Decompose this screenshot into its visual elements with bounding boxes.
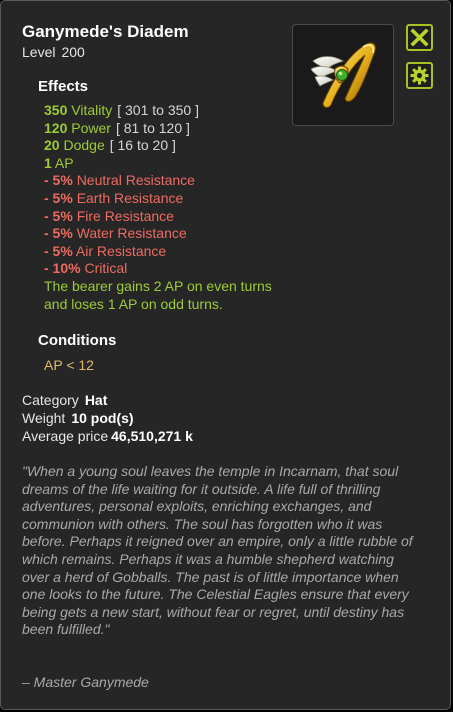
- effect-value: - 10%: [44, 260, 81, 277]
- lore-author: – Master Ganymede: [22, 674, 149, 690]
- condition-value: AP < 12: [44, 357, 94, 373]
- category-label: Category: [22, 392, 79, 408]
- golden-winged-diadem-icon: [310, 42, 376, 108]
- effect-value: 1: [44, 154, 52, 171]
- effect-name: Dodge: [63, 137, 105, 154]
- close-button[interactable]: [406, 24, 433, 51]
- settings-button[interactable]: [406, 62, 433, 89]
- effect-value: - 5%: [44, 242, 73, 259]
- effect-name: Vitality: [71, 102, 113, 118]
- effect-value: - 5%: [44, 189, 73, 206]
- effect-range: [ 16 to 20 ]: [109, 137, 176, 154]
- effects-list: 350 Vitality[ 301 to 350 ] 120 Power[ 81…: [44, 102, 284, 313]
- price-label: Average price: [22, 428, 109, 444]
- lore-text: "When a young soul leaves the temple in …: [22, 463, 413, 638]
- effect-row-dodge: 20 Dodge[ 16 to 20 ]: [44, 137, 284, 155]
- effect-row-air-resistance: - 5% Air Resistance: [44, 243, 284, 261]
- effect-row-critical: - 10% Critical: [44, 260, 284, 278]
- effect-range: [ 81 to 120 ]: [115, 119, 190, 136]
- effect-row-neutral-resistance: - 5% Neutral Resistance: [44, 172, 284, 190]
- effect-value: - 5%: [44, 172, 73, 189]
- effect-name: AP: [54, 154, 74, 171]
- effect-value: - 5%: [44, 225, 73, 242]
- effects-title: Effects: [38, 78, 89, 95]
- gear-icon: [410, 66, 429, 85]
- item-image: [292, 24, 394, 126]
- item-name: Ganymede's Diadem: [22, 22, 189, 41]
- conditions-title: Conditions: [38, 332, 117, 349]
- weight-value: 10 pod(s): [71, 410, 134, 426]
- effect-name: Fire Resistance: [76, 207, 174, 224]
- effect-value: 120: [44, 119, 68, 136]
- weight-label: Weight: [22, 410, 66, 426]
- level-value: 200: [61, 44, 85, 60]
- item-level: Level 200: [22, 44, 85, 60]
- effect-row-power: 120 Power[ 81 to 120 ]: [44, 120, 284, 138]
- effect-row-water-resistance: - 5% Water Resistance: [44, 225, 284, 243]
- effect-name: Water Resistance: [76, 225, 187, 242]
- effect-name: Earth Resistance: [76, 189, 184, 206]
- effect-range: [ 301 to 350 ]: [117, 102, 199, 118]
- price-value: 46,510,271 k: [111, 428, 193, 444]
- effect-row-fire-resistance: - 5% Fire Resistance: [44, 208, 284, 226]
- average-price-row: Average price 46,510,271 k: [22, 428, 193, 444]
- effect-row-ap: 1 AP: [44, 155, 284, 173]
- level-label: Level: [22, 44, 56, 60]
- effect-value: 20: [44, 137, 60, 154]
- effect-value: 350: [44, 102, 68, 118]
- effect-name: Critical: [84, 260, 128, 277]
- item-tooltip-panel: Ganymede's Diadem Level 200 Effects 350 …: [0, 0, 451, 710]
- weight-row: Weight 10 pod(s): [22, 410, 134, 426]
- category-row: Category Hat: [22, 392, 107, 408]
- special-effect-text: The bearer gains 2 AP on even turns and …: [44, 277, 272, 312]
- close-x-icon: [410, 28, 429, 47]
- effect-name: Power: [71, 119, 111, 136]
- effect-row-vitality: 350 Vitality[ 301 to 350 ]: [44, 102, 284, 120]
- effect-row-earth-resistance: - 5% Earth Resistance: [44, 190, 284, 208]
- category-value: Hat: [84, 392, 108, 408]
- effect-name: Neutral Resistance: [76, 172, 195, 189]
- effect-name: Air Resistance: [75, 242, 167, 259]
- effect-value: - 5%: [44, 207, 73, 224]
